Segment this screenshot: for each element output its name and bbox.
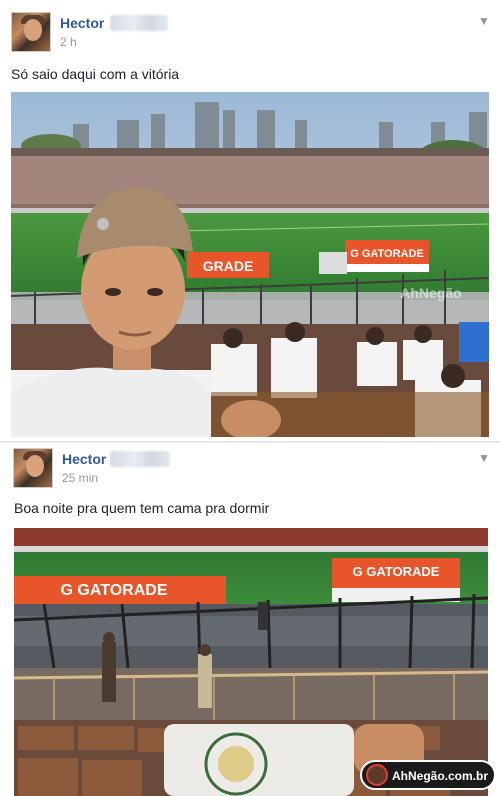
post-1: Hector 2 h ▼ Só saio daqui com a vitória <box>0 0 500 442</box>
ad-board-1-label: G GATORADE <box>61 582 168 599</box>
author-avatar[interactable] <box>13 448 53 488</box>
empty-stadium-image: G GATORADE G GATORADE <box>14 528 488 796</box>
post-timestamp[interactable]: 2 h <box>60 35 77 49</box>
photo-watermark: AhNegão <box>400 285 461 301</box>
site-watermark-text: AhNegão.com.br <box>392 769 489 783</box>
post-caption: Boa noite pra quem tem cama pra dormir <box>14 500 270 516</box>
chevron-down-icon[interactable]: ▼ <box>478 451 490 465</box>
mascot-icon <box>366 764 388 786</box>
post-photo[interactable]: GRADE G GATORADE AhNegão <box>11 92 489 437</box>
author-avatar[interactable] <box>11 12 51 52</box>
post-photo[interactable]: G GATORADE G GATORADE <box>14 528 488 796</box>
post-2: Hector 25 min ▼ Boa noite pra quem tem c… <box>0 443 500 796</box>
blurred-surname <box>110 15 168 31</box>
chevron-down-icon[interactable]: ▼ <box>478 14 490 28</box>
site-watermark: AhNegão.com.br <box>360 760 496 790</box>
author-name[interactable]: Hector <box>62 451 106 467</box>
blurred-surname <box>110 451 170 467</box>
ad-board-1-label: GRADE <box>203 258 254 274</box>
post-timestamp[interactable]: 25 min <box>62 471 98 485</box>
post-caption: Só saio daqui com a vitória <box>11 66 180 82</box>
author-name[interactable]: Hector <box>60 15 104 31</box>
ad-board-2-label: G GATORADE <box>353 564 440 579</box>
stadium-selfie-image: GRADE G GATORADE AhNegão <box>11 92 489 437</box>
ad-board-2-label: G GATORADE <box>350 248 424 260</box>
